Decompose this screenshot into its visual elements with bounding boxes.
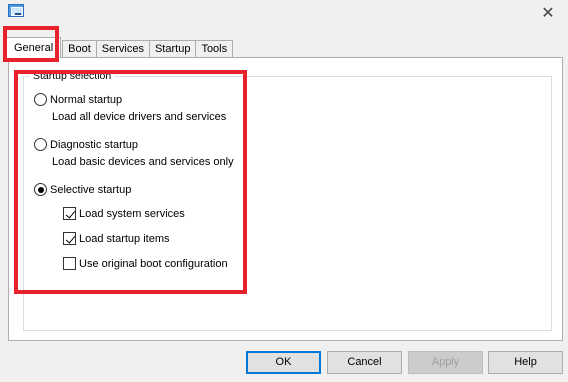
load-startup-items-label: Load startup items [79,232,170,245]
help-button[interactable]: Help [488,351,563,374]
normal-startup-radio[interactable] [34,93,47,106]
cancel-button[interactable]: Cancel [327,351,402,374]
tab-boot[interactable]: Boot [62,40,97,58]
tab-startup[interactable]: Startup [148,40,197,58]
tab-strip: General Boot Services Startup Tools [6,37,234,58]
normal-startup-description: Load all device drivers and services [52,111,227,123]
normal-startup-option[interactable]: Normal startup [34,93,122,106]
use-original-boot-config-option[interactable]: Use original boot configuration [63,257,228,270]
load-system-services-label: Load system services [79,207,185,220]
load-system-services-checkbox[interactable] [63,207,76,220]
use-original-boot-config-checkbox[interactable] [63,257,76,270]
apply-button[interactable]: Apply [408,351,483,374]
selective-startup-option[interactable]: Selective startup [34,183,131,196]
selective-startup-label: Selective startup [50,183,132,196]
ok-button[interactable]: OK [246,351,321,374]
diagnostic-startup-radio[interactable] [34,138,47,151]
use-original-boot-config-label: Use original boot configuration [79,257,228,270]
diagnostic-startup-description: Load basic devices and services only [52,156,234,168]
app-icon [8,4,24,17]
diagnostic-startup-option[interactable]: Diagnostic startup [34,138,138,151]
startup-selection-legend: Startup selection [30,70,115,82]
tab-services[interactable]: Services [95,40,150,58]
close-icon[interactable]: ✕ [534,2,562,24]
normal-startup-label: Normal startup [50,93,123,106]
tab-general[interactable]: General [6,37,62,58]
load-startup-items-checkbox[interactable] [63,232,76,245]
load-system-services-option[interactable]: Load system services [63,207,185,220]
selective-startup-radio[interactable] [34,183,47,196]
tab-tools[interactable]: Tools [195,40,234,58]
diagnostic-startup-label: Diagnostic startup [50,138,139,151]
load-startup-items-option[interactable]: Load startup items [63,232,170,245]
